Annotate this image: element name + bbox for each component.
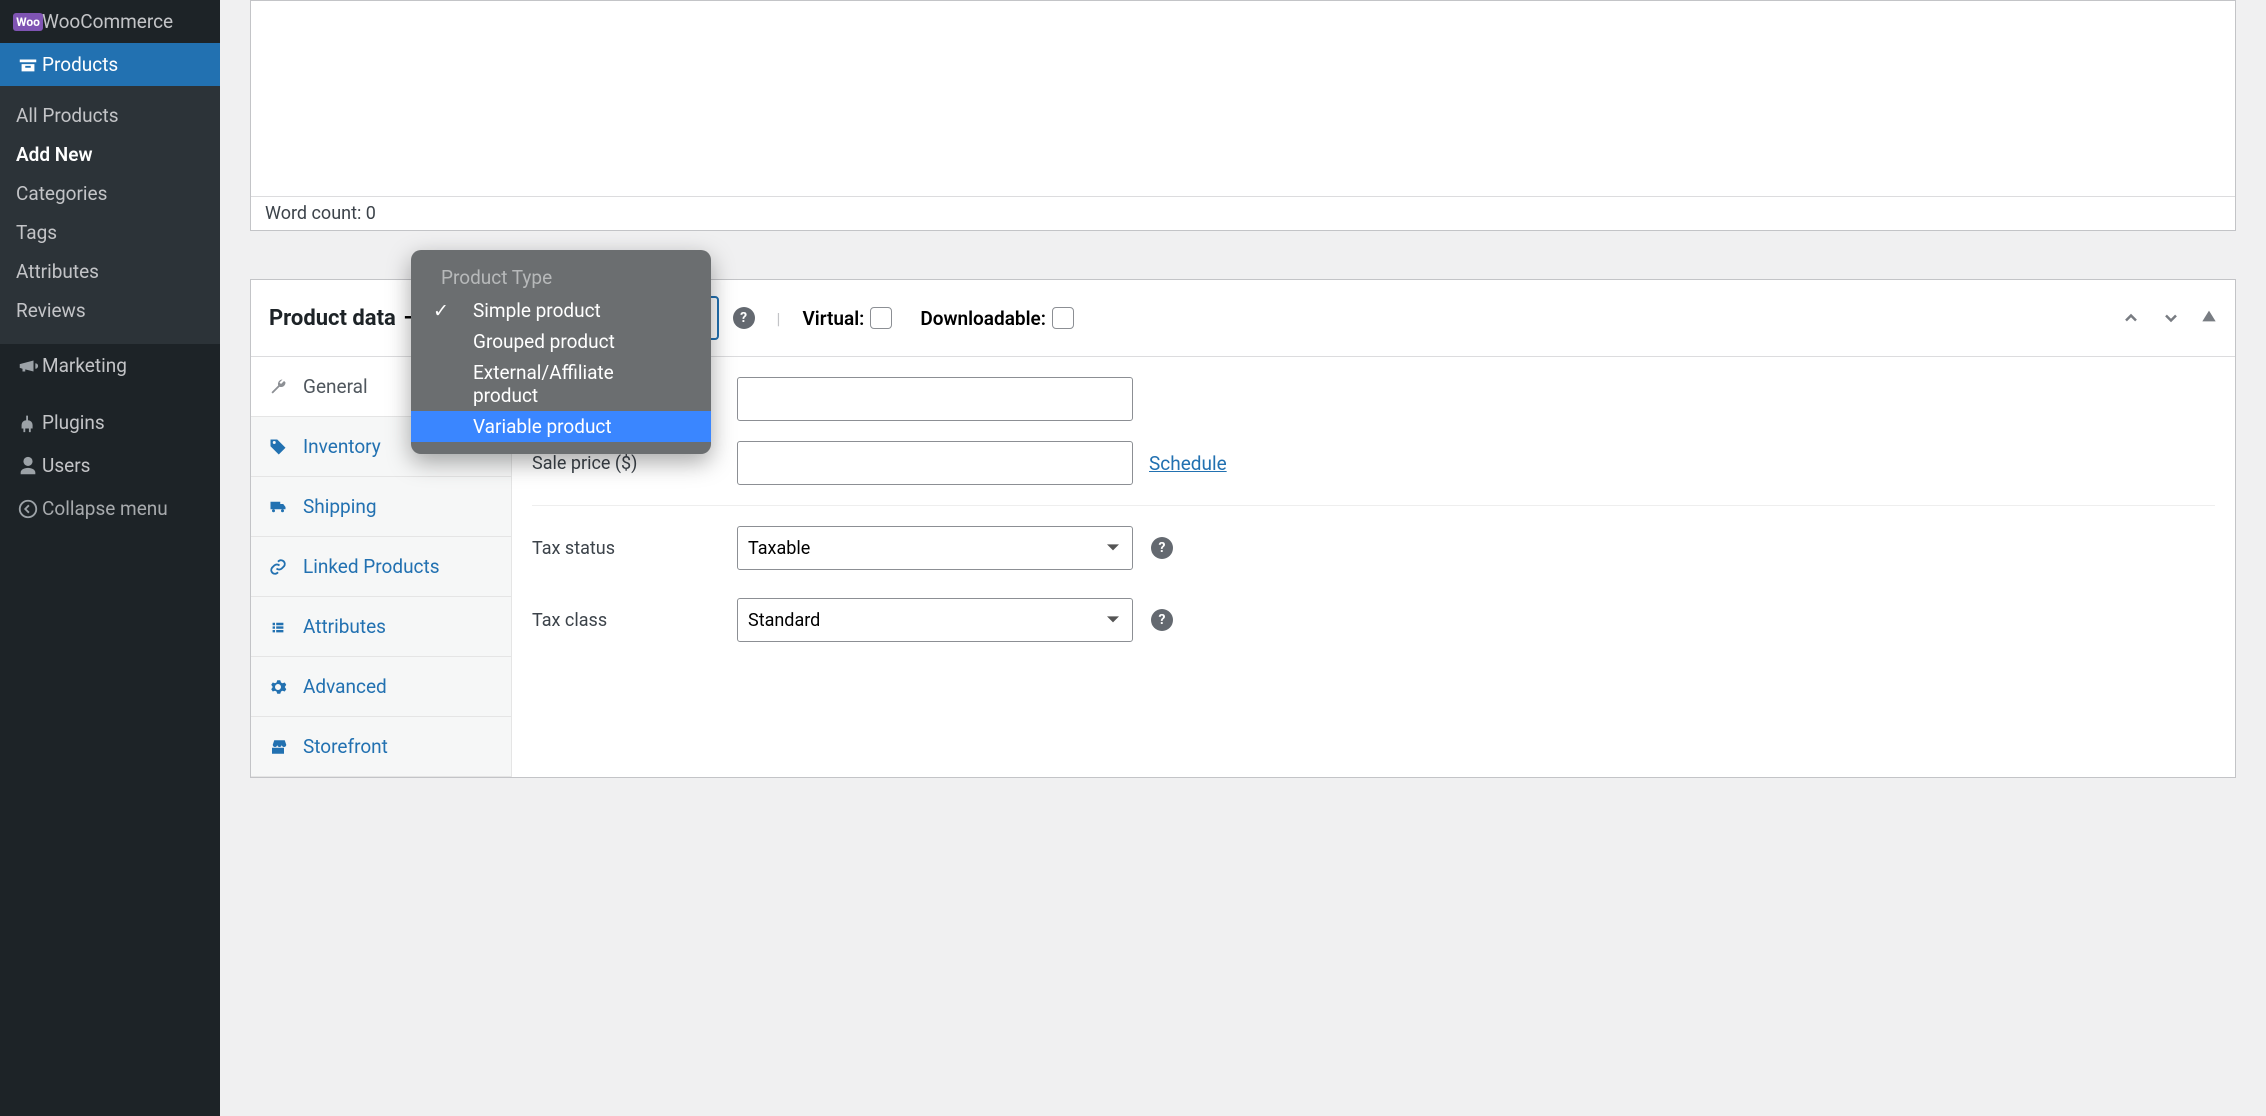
tag-icon (269, 438, 289, 456)
tab-shipping[interactable]: Shipping (251, 477, 511, 537)
panel-toggle-icon[interactable] (2201, 308, 2217, 328)
dropdown-option-variable[interactable]: Variable product (411, 411, 711, 442)
downloadable-label: Downloadable: (920, 307, 1046, 330)
tax-status-select[interactable]: Taxable (737, 526, 1133, 570)
sidebar-item-woocommerce[interactable]: Woo WooCommerce (0, 0, 220, 43)
sidebar-label: Products (42, 53, 118, 76)
sidebar-label: Plugins (42, 411, 105, 434)
submenu-all-products[interactable]: All Products (0, 96, 220, 135)
collapse-menu-button[interactable]: Collapse menu (0, 487, 220, 530)
submenu-categories[interactable]: Categories (0, 174, 220, 213)
admin-sidebar: Woo WooCommerce Products All Products Ad… (0, 0, 220, 1116)
description-editor: Word count: 0 (250, 0, 2236, 231)
sidebar-label: WooCommerce (42, 10, 173, 33)
regular-price-input[interactable] (737, 377, 1133, 421)
submenu-reviews[interactable]: Reviews (0, 291, 220, 330)
downloadable-checkbox[interactable] (1052, 307, 1074, 329)
help-icon[interactable]: ? (1151, 537, 1173, 559)
store-icon (269, 738, 289, 756)
panel-move-down-icon[interactable] (2161, 308, 2181, 328)
help-icon[interactable]: ? (733, 307, 755, 329)
virtual-label: Virtual: (802, 307, 864, 330)
dropdown-option-external[interactable]: External/Affiliate product (411, 357, 711, 411)
list-icon (269, 618, 289, 636)
tab-advanced[interactable]: Advanced (251, 657, 511, 717)
schedule-link[interactable]: Schedule (1149, 452, 1227, 475)
truck-icon (269, 498, 289, 516)
tab-attributes[interactable]: Attributes (251, 597, 511, 657)
sidebar-label: Marketing (42, 354, 127, 377)
sale-price-label: Sale price ($) (532, 453, 737, 474)
dropdown-header: Product Type (411, 262, 711, 295)
link-icon (269, 558, 289, 576)
panel-title: Product data (269, 306, 396, 331)
help-icon[interactable]: ? (1151, 609, 1173, 631)
virtual-checkbox[interactable] (870, 307, 892, 329)
tax-class-select[interactable]: Standard (737, 598, 1133, 642)
submenu-tags[interactable]: Tags (0, 213, 220, 252)
tab-linked-products[interactable]: Linked Products (251, 537, 511, 597)
tax-class-label: Tax class (532, 610, 737, 631)
main-content: Word count: 0 Product data — ? | Virtual… (220, 0, 2266, 1116)
word-count: Word count: 0 (251, 197, 2235, 230)
sidebar-item-plugins[interactable]: Plugins (0, 401, 220, 444)
submenu-attributes[interactable]: Attributes (0, 252, 220, 291)
product-type-dropdown: Product Type Simple product Grouped prod… (411, 250, 711, 454)
archive-icon (14, 54, 42, 76)
tax-status-label: Tax status (532, 538, 737, 559)
wrench-icon (269, 378, 289, 396)
sidebar-item-products[interactable]: Products (0, 43, 220, 86)
sidebar-label: Collapse menu (42, 497, 168, 520)
woocommerce-icon: Woo (14, 13, 42, 31)
sidebar-item-users[interactable]: Users (0, 444, 220, 487)
tab-storefront[interactable]: Storefront (251, 717, 511, 777)
panel-move-up-icon[interactable] (2121, 308, 2141, 328)
gear-icon (269, 678, 289, 696)
collapse-icon (14, 498, 42, 520)
sidebar-item-marketing[interactable]: Marketing (0, 344, 220, 387)
submenu-add-new[interactable]: Add New (0, 135, 220, 174)
editor-textarea[interactable] (251, 1, 2235, 197)
general-tab-content: Sale price ($) Schedule Tax status Taxab… (511, 357, 2235, 777)
divider: | (777, 309, 781, 328)
sale-price-input[interactable] (737, 441, 1133, 485)
megaphone-icon (14, 355, 42, 377)
plug-icon (14, 412, 42, 434)
products-submenu: All Products Add New Categories Tags Att… (0, 86, 220, 344)
dropdown-option-grouped[interactable]: Grouped product (411, 326, 711, 357)
user-icon (14, 455, 42, 477)
sidebar-label: Users (42, 454, 90, 477)
dropdown-option-simple[interactable]: Simple product (411, 295, 711, 326)
